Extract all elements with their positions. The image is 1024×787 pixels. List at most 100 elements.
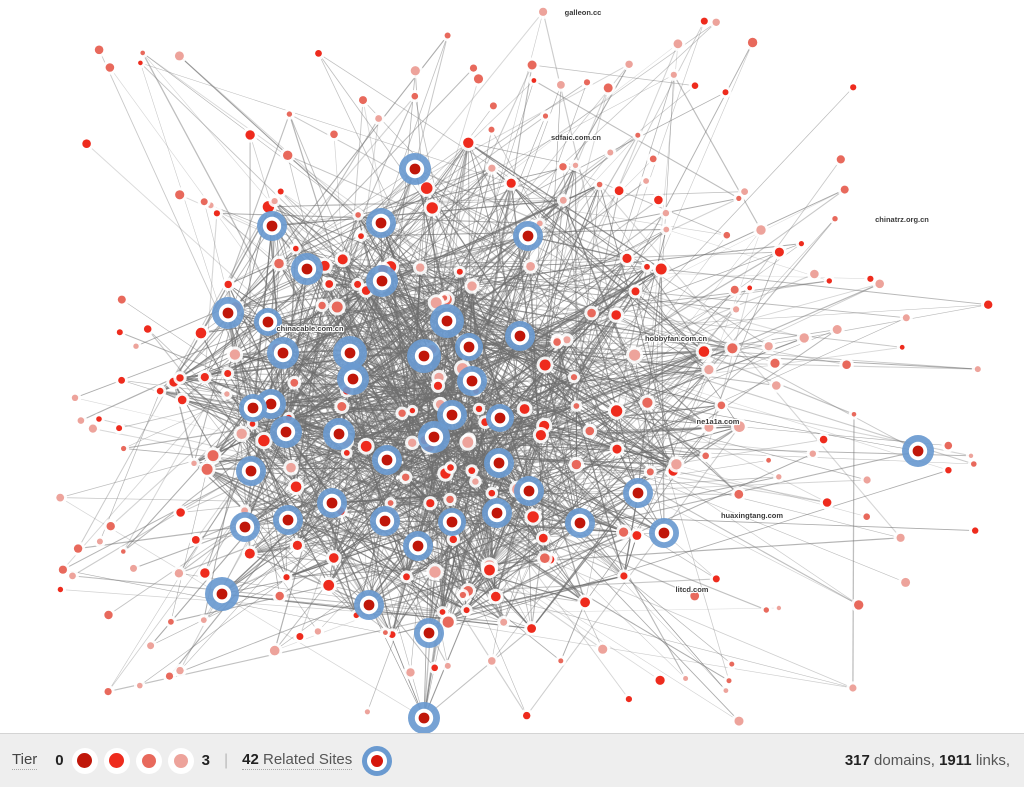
domain-node[interactable]: [670, 36, 686, 52]
domain-node[interactable]: [93, 535, 106, 548]
domain-node[interactable]: [140, 322, 155, 336]
related-site-node[interactable]: [649, 518, 679, 548]
domain-node[interactable]: [405, 435, 420, 450]
domain-node[interactable]: [829, 322, 845, 337]
domain-node[interactable]: [622, 693, 636, 706]
domain-node[interactable]: [760, 604, 772, 616]
domain-node[interactable]: [646, 152, 660, 166]
domain-node[interactable]: [619, 250, 635, 266]
domain-node[interactable]: [280, 571, 293, 584]
domain-node[interactable]: [593, 178, 606, 191]
domain-node[interactable]: [465, 464, 479, 477]
domain-node[interactable]: [287, 375, 302, 390]
domain-node[interactable]: [460, 134, 477, 151]
domain-node[interactable]: [134, 679, 146, 692]
related-site-node[interactable]: [230, 512, 260, 542]
domain-node[interactable]: [466, 61, 481, 75]
related-site-node[interactable]: [514, 476, 544, 506]
related-site-node[interactable]: [267, 337, 299, 369]
domain-node[interactable]: [144, 639, 158, 653]
domain-node[interactable]: [806, 447, 819, 460]
domain-node[interactable]: [456, 588, 469, 602]
domain-node[interactable]: [290, 242, 302, 255]
domain-node[interactable]: [173, 371, 187, 385]
related-site-node[interactable]: [457, 366, 487, 396]
domain-node[interactable]: [221, 277, 235, 292]
domain-node[interactable]: [556, 193, 570, 207]
domain-node[interactable]: [441, 29, 454, 42]
domain-node[interactable]: [567, 371, 581, 384]
domain-node[interactable]: [443, 492, 457, 507]
graph-svg[interactable]: galleon.cc sdfaic.com.cn chinatrz.org.cn ch…: [0, 0, 1024, 733]
domain-node[interactable]: [413, 260, 428, 275]
domain-node[interactable]: [604, 146, 617, 159]
domain-node[interactable]: [221, 367, 235, 380]
domain-node[interactable]: [287, 478, 305, 496]
domain-node[interactable]: [896, 341, 908, 353]
domain-node[interactable]: [616, 524, 632, 540]
domain-node[interactable]: [101, 685, 115, 699]
domain-node[interactable]: [197, 370, 212, 385]
domain-node[interactable]: [617, 569, 631, 583]
domain-node[interactable]: [668, 456, 685, 473]
domain-node[interactable]: [289, 537, 305, 554]
domain-node[interactable]: [113, 422, 126, 435]
domain-node[interactable]: [626, 346, 644, 364]
domain-node[interactable]: [79, 136, 94, 151]
domain-node[interactable]: [400, 570, 413, 584]
domain-node[interactable]: [724, 340, 741, 357]
related-site-node[interactable]: [212, 297, 244, 329]
domain-node[interactable]: [328, 298, 346, 316]
domain-node[interactable]: [460, 604, 473, 617]
domain-node[interactable]: [595, 641, 611, 657]
domain-node[interactable]: [485, 161, 499, 175]
domain-node[interactable]: [54, 583, 67, 596]
domain-node[interactable]: [503, 175, 519, 191]
domain-node[interactable]: [380, 627, 391, 638]
domain-node[interactable]: [744, 34, 761, 51]
domain-node[interactable]: [819, 495, 835, 510]
domain-node[interactable]: [872, 276, 887, 292]
domain-node[interactable]: [74, 414, 88, 427]
domain-node[interactable]: [334, 251, 351, 268]
domain-node[interactable]: [188, 457, 200, 469]
domain-node[interactable]: [719, 86, 732, 99]
domain-node[interactable]: [135, 57, 146, 69]
domain-node[interactable]: [408, 89, 422, 103]
domain-node[interactable]: [720, 228, 734, 242]
domain-node[interactable]: [352, 209, 364, 221]
related-site-node[interactable]: [370, 506, 400, 536]
domain-node[interactable]: [395, 406, 409, 420]
domain-node[interactable]: [632, 129, 644, 141]
domain-node[interactable]: [137, 47, 148, 59]
related-site-node[interactable]: [565, 508, 595, 538]
domain-node[interactable]: [197, 565, 213, 581]
domain-node[interactable]: [293, 630, 307, 643]
domain-node[interactable]: [197, 195, 211, 209]
domain-node[interactable]: [532, 427, 550, 444]
domain-node[interactable]: [283, 459, 299, 476]
domain-node[interactable]: [600, 80, 616, 96]
related-site-node[interactable]: [513, 221, 543, 251]
domain-node[interactable]: [68, 391, 82, 404]
domain-node[interactable]: [643, 465, 657, 479]
domain-node[interactable]: [833, 152, 848, 167]
domain-node[interactable]: [733, 192, 745, 204]
domain-node[interactable]: [274, 185, 287, 198]
related-site-node[interactable]: [372, 445, 402, 475]
domain-node[interactable]: [965, 450, 977, 461]
domain-node[interactable]: [795, 238, 808, 250]
domain-node[interactable]: [720, 685, 732, 696]
domain-node[interactable]: [459, 433, 477, 451]
domain-node[interactable]: [893, 530, 908, 545]
domain-node[interactable]: [607, 402, 626, 420]
domain-node[interactable]: [550, 335, 564, 349]
domain-node[interactable]: [667, 68, 680, 81]
domain-node[interactable]: [773, 602, 785, 614]
domain-node[interactable]: [174, 392, 190, 408]
domain-node[interactable]: [807, 266, 822, 282]
domain-node[interactable]: [70, 541, 86, 556]
domain-node[interactable]: [570, 400, 583, 412]
domain-node[interactable]: [101, 607, 116, 623]
domain-node[interactable]: [969, 524, 982, 537]
